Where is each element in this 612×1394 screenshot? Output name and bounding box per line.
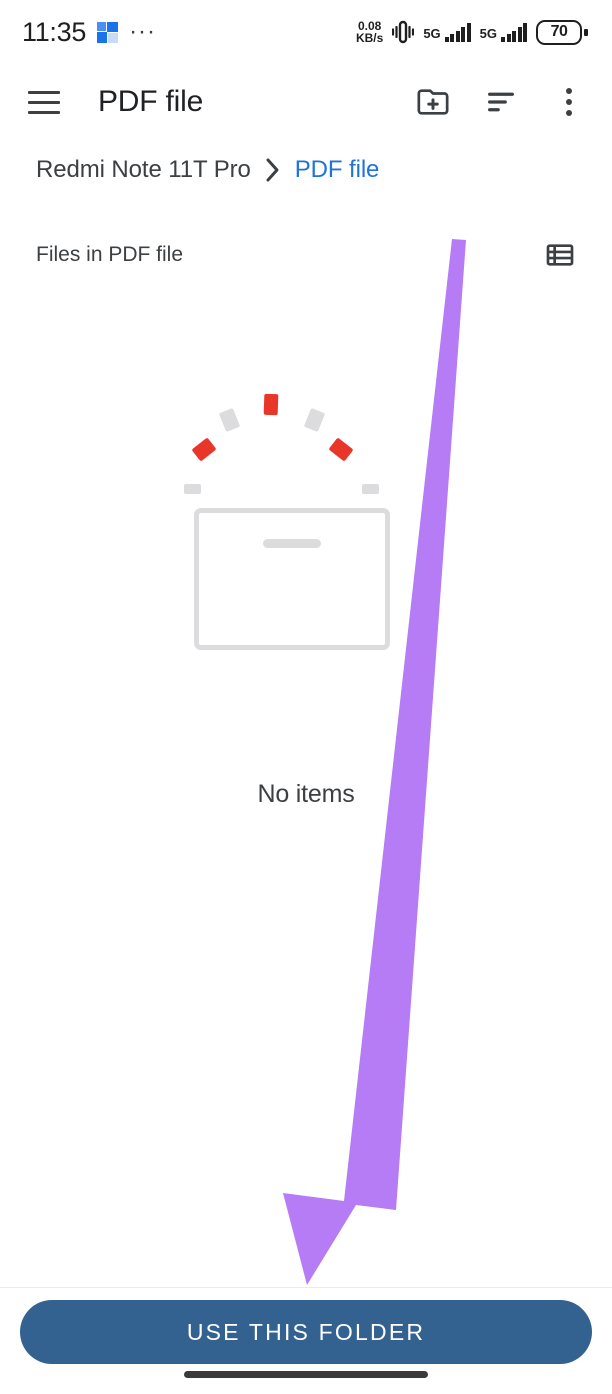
confetti-piece (362, 484, 379, 494)
app-bar: PDF file (0, 64, 612, 140)
status-bar-right: 0.08 KB/s 5G 5G 70 (356, 19, 588, 45)
signal-sim1-icon: 5G (423, 22, 471, 42)
breadcrumb-root[interactable]: Redmi Note 11T Pro (36, 156, 251, 184)
battery-icon: 70 (536, 19, 588, 45)
home-gesture-indicator[interactable] (184, 1371, 428, 1378)
empty-box-confetti-illustration (176, 380, 436, 665)
network-speed-indicator: 0.08 KB/s (356, 20, 383, 44)
breadcrumb-current[interactable]: PDF file (295, 156, 380, 184)
signal-sim2-icon: 5G (479, 22, 527, 42)
app-badge-icon (97, 21, 119, 43)
confetti-piece (184, 484, 201, 494)
status-bar-left: 11:35 ··· (22, 17, 156, 48)
empty-box-handle (263, 539, 321, 548)
confetti-piece (191, 437, 217, 462)
empty-box-shape (194, 508, 390, 650)
sim1-signal-bars (444, 22, 471, 42)
create-new-folder-icon[interactable] (404, 73, 462, 131)
vibrate-icon (392, 19, 415, 45)
page-title: PDF file (98, 85, 204, 118)
empty-state-message: No items (257, 780, 355, 808)
bottom-action-bar: USE THIS FOLDER (0, 1287, 612, 1394)
empty-state: No items (0, 380, 612, 809)
confetti-piece (303, 407, 326, 433)
section-label: Files in PDF file (36, 243, 184, 266)
sim1-network-label: 5G (423, 25, 441, 41)
app-bar-actions (404, 73, 598, 131)
confetti-piece (263, 393, 279, 416)
hamburger-menu-icon[interactable] (12, 70, 76, 134)
network-speed-unit: KB/s (355, 31, 384, 45)
section-header: Files in PDF file (0, 230, 612, 280)
sim2-signal-bars (501, 22, 527, 42)
sim2-network-label: 5G (479, 25, 497, 41)
confetti-piece (218, 407, 241, 433)
battery-level: 70 (536, 19, 582, 45)
use-this-folder-button[interactable]: USE THIS FOLDER (20, 1300, 592, 1364)
status-bar: 11:35 ··· 0.08 KB/s 5G 5G 70 (0, 0, 612, 64)
status-overflow-dots: ··· (129, 18, 157, 45)
chevron-right-icon (265, 157, 281, 183)
list-view-icon[interactable] (538, 233, 582, 277)
breadcrumb: Redmi Note 11T Pro PDF file (0, 146, 612, 194)
sort-icon[interactable] (472, 73, 530, 131)
status-time: 11:35 (22, 16, 87, 47)
more-vert-icon[interactable] (540, 73, 598, 131)
battery-tip (584, 28, 588, 36)
confetti-piece (328, 437, 354, 462)
